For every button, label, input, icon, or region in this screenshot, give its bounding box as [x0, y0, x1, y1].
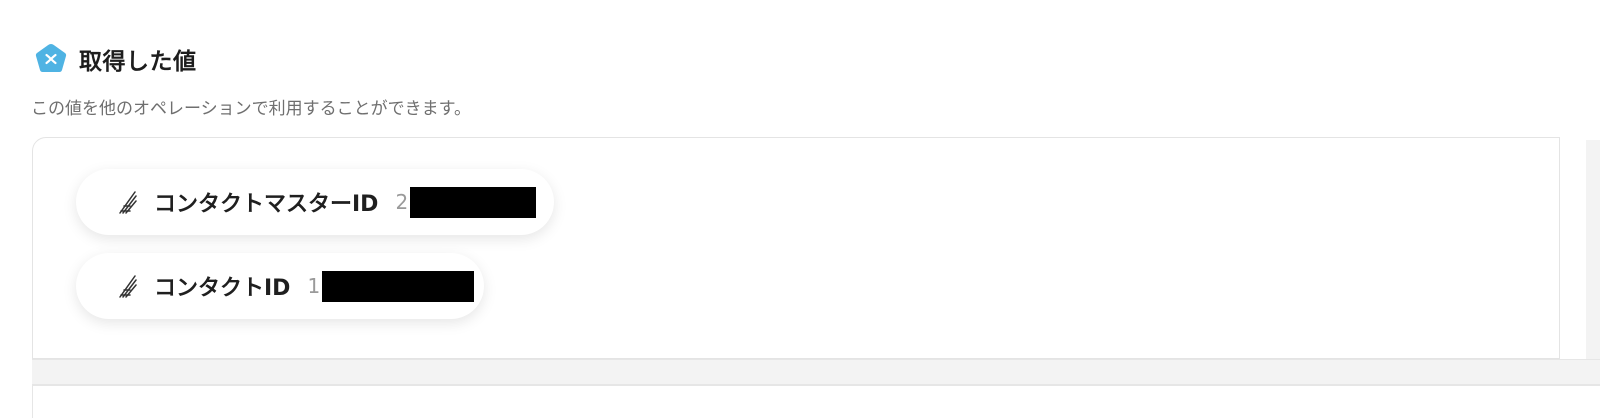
- section-title: 取得した値: [79, 49, 197, 75]
- panel-right-edge: [1586, 140, 1600, 380]
- value-label: コンタクトマスターID: [154, 192, 379, 217]
- section-header: 取得した値: [34, 42, 197, 76]
- value-text: 2: [395, 190, 409, 214]
- section-description: この値を他のオペレーションで利用することができます。: [31, 99, 471, 119]
- value-chip-contact-master-id[interactable]: コンタクトマスターID 2: [76, 169, 554, 235]
- panel-footer-strip: [32, 359, 1600, 385]
- feather-quill-icon: [119, 191, 137, 214]
- value-label: コンタクトID: [154, 276, 291, 301]
- value-text: 1: [307, 274, 321, 298]
- pentagon-x-icon: [35, 44, 67, 72]
- feather-quill-icon: [119, 275, 137, 298]
- next-panel: [32, 384, 1600, 418]
- redacted-value: [410, 186, 537, 218]
- value-chip-contact-id[interactable]: コンタクトID 1: [76, 253, 484, 319]
- redacted-value: [322, 270, 475, 302]
